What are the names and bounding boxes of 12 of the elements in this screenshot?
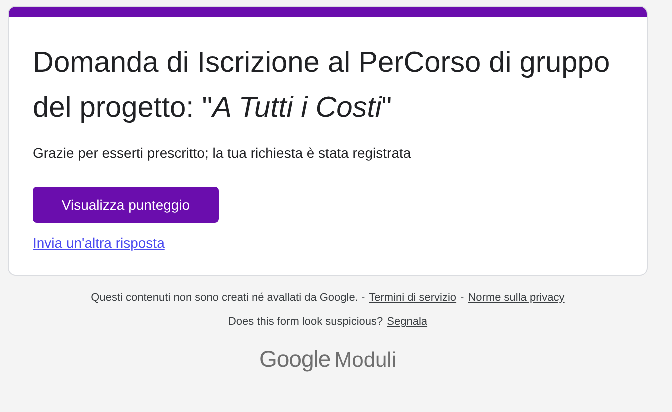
product-name: Moduli (334, 349, 397, 373)
disclaimer-text: Questi contenuti non sono creati né avallati da Google. - (91, 292, 366, 304)
brand-logo: Google (259, 346, 331, 373)
view-score-button[interactable]: Visualizza punteggio (33, 187, 219, 223)
privacy-link[interactable]: Norme sulla privacy (468, 292, 565, 304)
separator-text: - (460, 292, 464, 304)
form-title: Domanda di Iscrizione al PerCorso di gruppo del progetto: "A Tutti i Costi" (33, 46, 612, 126)
report-link[interactable]: Segnala (387, 316, 428, 328)
report-question: Does this form look suspicious? (228, 316, 384, 328)
terms-link[interactable]: Termini di servizio (369, 292, 457, 304)
confirmation-message: Grazie per esserti prescritto; la tua richiesta è stata registrata (33, 145, 412, 161)
submit-another-link[interactable]: Invia un'altra risposta (33, 235, 165, 251)
